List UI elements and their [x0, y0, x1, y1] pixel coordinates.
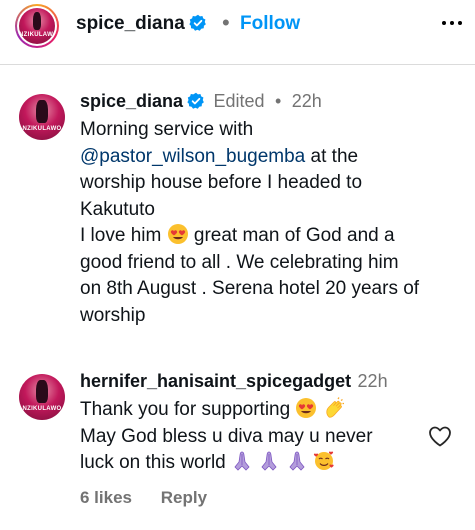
avatar-figure [36, 379, 48, 403]
avatar-text: NZIKULAWO [22, 125, 62, 132]
header-username[interactable]: spice_diana [76, 13, 207, 35]
mention-link[interactable]: @pastor_wilson_bugemba [80, 146, 305, 167]
caption-line: worship house before I headed to [80, 172, 363, 193]
edited-label: Edited [213, 91, 265, 111]
caption-username[interactable]: spice_diana [80, 91, 183, 111]
header-username-text[interactable]: spice_diana [76, 13, 185, 34]
more-options-icon[interactable] [440, 10, 464, 34]
comment-line: luck on this world [80, 450, 420, 477]
caption-line: I love him great man of God and a [80, 223, 465, 250]
caption-line-part: great man of God and a [188, 225, 395, 246]
avatar-text: NZIKULAWO [19, 31, 55, 38]
caption-line: Morning service with [80, 119, 254, 140]
avatar-text: NZIKULAWO [22, 405, 62, 412]
caption-meta: spice_diana Edited • 22h [80, 91, 322, 112]
praying-hands-emoji [234, 451, 250, 471]
avatar[interactable]: NZIKULAWO [19, 8, 55, 44]
meta-separator: • [275, 91, 282, 111]
heart-eyes-emoji [167, 224, 188, 244]
caption-line-rest: at the [305, 145, 359, 167]
avatar-frame: NZIKULAWO [17, 6, 57, 46]
caption-text: Morning service with @pastor_wilson_buge… [80, 117, 465, 329]
hearts-face-emoji [313, 451, 334, 470]
verified-badge-icon [189, 14, 206, 31]
comment-line: May God bless u diva may u never [80, 425, 373, 447]
heart-eyes-emoji [296, 398, 317, 418]
comment-username[interactable]: hernifer_hanisaint_spicegadget [80, 371, 351, 391]
caption-avatar[interactable]: NZIKULAWO [19, 94, 65, 140]
heart-outline-icon[interactable] [428, 425, 452, 447]
praying-hands-emoji [289, 451, 305, 471]
caption-line: @pastor_wilson_bugemba at the [80, 144, 465, 171]
praying-hands-emoji [261, 451, 277, 471]
post-header: NZIKULAWO spice_diana • Follow [0, 0, 475, 54]
avatar-figure [32, 12, 42, 31]
header-divider [0, 64, 475, 65]
comment-time: 22h [357, 371, 388, 391]
comment-line-part: Thank you for supporting [80, 399, 296, 420]
caption-line: good friend to all . We celebrating him [80, 251, 399, 273]
reply-button[interactable]: Reply [161, 488, 207, 507]
comment-line-part: luck on this world [80, 452, 232, 473]
comment-line: Thank you for supporting [80, 397, 420, 424]
story-ring[interactable]: NZIKULAWO [15, 4, 59, 48]
avatar-figure [36, 99, 48, 123]
caption-line: worship [80, 304, 146, 326]
separator-dot: • [222, 10, 230, 35]
verified-badge-icon [187, 92, 204, 109]
comment-meta: hernifer_hanisaint_spicegadget 22h [80, 371, 388, 392]
caption-line: on 8th August . Serena hotel 20 years of [80, 278, 420, 299]
comment-avatar[interactable]: NZIKULAWO [19, 374, 65, 420]
comment-actions: 6 likes Reply [80, 488, 231, 508]
caption-time: 22h [291, 91, 322, 111]
caption-line: Kakututo [80, 198, 155, 220]
caption-line-part: I love him [80, 225, 167, 246]
comment-text: Thank you for supporting May God bless u… [80, 397, 420, 477]
clapping-emoji [326, 397, 344, 418]
follow-button[interactable]: Follow [240, 13, 300, 35]
likes-count[interactable]: 6 likes [80, 488, 132, 507]
